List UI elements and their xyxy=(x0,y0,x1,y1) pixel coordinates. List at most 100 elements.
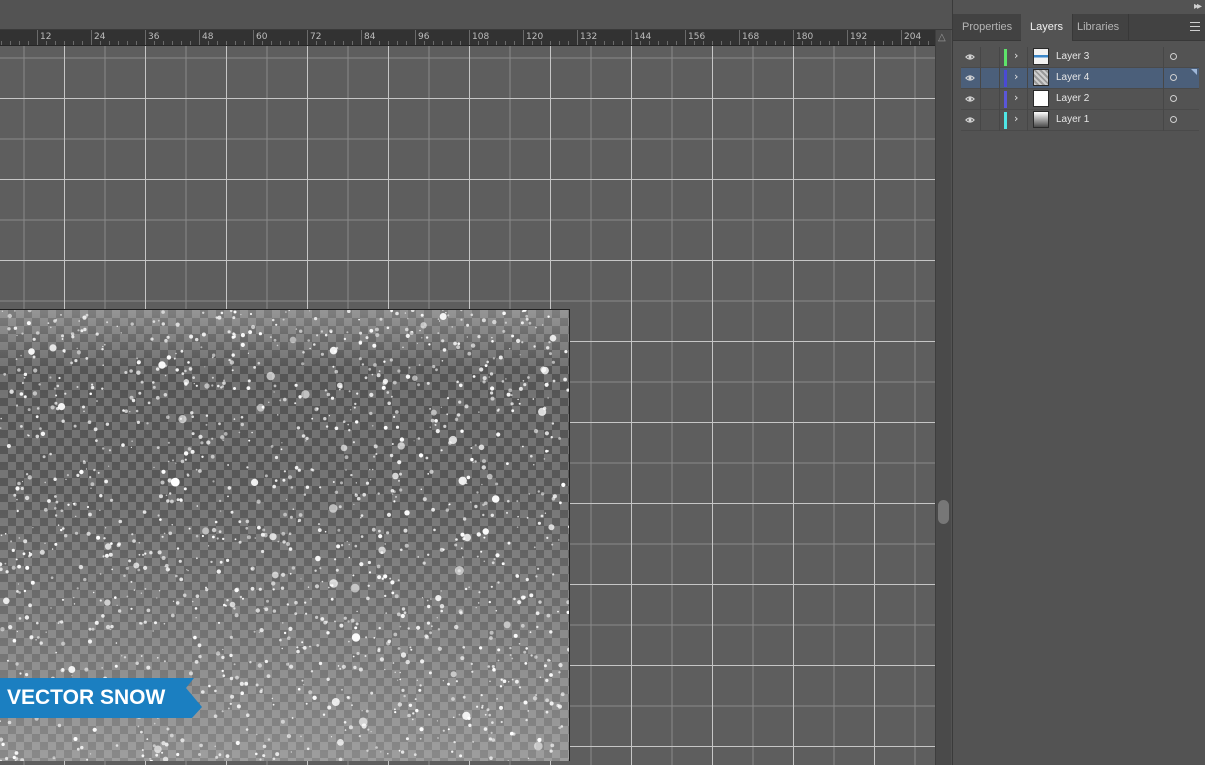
ruler-label: 132 xyxy=(580,32,598,42)
layer-row[interactable]: › Layer 2 xyxy=(961,89,1199,110)
visibility-eye-icon[interactable] xyxy=(965,115,975,125)
tab-properties[interactable]: Properties xyxy=(953,14,1023,40)
expand-chevron-icon[interactable]: › xyxy=(1014,112,1018,125)
layer-thumbnail xyxy=(1033,69,1049,86)
ruler-minor-tick xyxy=(271,41,272,45)
layer-row[interactable]: › Layer 1 xyxy=(961,110,1199,131)
tab-layers[interactable]: Layers xyxy=(1021,14,1074,41)
horizontal-ruler[interactable]: 12 24 36 48 60 72 84 96 108 120 132 144 156 168 180 192… xyxy=(0,30,935,46)
panel-menu-icon[interactable] xyxy=(1190,22,1200,34)
vertical-scrollbar[interactable]: △ xyxy=(935,30,951,765)
layer-row[interactable]: › Layer 3 xyxy=(961,47,1199,68)
ruler-major-tick xyxy=(199,30,200,45)
ruler-label: 72 xyxy=(310,32,322,42)
ruler-minor-tick xyxy=(712,41,713,45)
ruler-minor-tick xyxy=(928,41,929,45)
visibility-eye-icon[interactable] xyxy=(965,73,975,83)
layer-target-circle-icon[interactable] xyxy=(1170,116,1177,123)
layer-name: Layer 2 xyxy=(1056,93,1090,104)
ruler-label: 192 xyxy=(850,32,868,42)
ruler-minor-tick xyxy=(496,41,497,45)
layer-target-circle-icon[interactable] xyxy=(1170,74,1177,81)
layer-thumbnail xyxy=(1033,111,1049,128)
layer-color-swatch xyxy=(1004,70,1007,87)
expand-chevron-icon[interactable]: › xyxy=(1014,49,1018,62)
canvas-area[interactable]: VECTOR SNOW xyxy=(0,46,935,765)
ruler-minor-tick xyxy=(298,41,299,45)
ruler-major-tick xyxy=(739,30,740,45)
ruler-minor-tick xyxy=(505,41,506,45)
layer-thumbnail xyxy=(1033,48,1049,65)
cell-separator xyxy=(999,68,1000,89)
ruler-label: 36 xyxy=(148,32,160,42)
expand-chevron-icon[interactable]: › xyxy=(1014,70,1018,83)
layer-name: Layer 4 xyxy=(1056,72,1090,83)
scroll-thumb[interactable] xyxy=(938,500,949,524)
cell-separator xyxy=(980,68,981,89)
ruler-minor-tick xyxy=(325,41,326,45)
ruler-minor-tick xyxy=(460,41,461,45)
ruler-minor-tick xyxy=(1,41,2,45)
ruler-major-tick xyxy=(415,30,416,45)
cell-separator xyxy=(1163,47,1164,68)
expand-chevron-icon[interactable]: › xyxy=(1014,91,1018,104)
ruler-label: 24 xyxy=(94,32,106,42)
collapse-panel-icon[interactable]: ▸▸ xyxy=(1194,1,1202,12)
ruler-label: 60 xyxy=(256,32,268,42)
ruler-major-tick xyxy=(523,30,524,45)
cell-separator xyxy=(980,47,981,68)
ruler-minor-tick xyxy=(172,41,173,45)
ruler-minor-tick xyxy=(406,41,407,45)
ruler-major-tick xyxy=(37,30,38,45)
ruler-label: 84 xyxy=(364,32,376,42)
ruler-minor-tick xyxy=(604,41,605,45)
ruler-minor-tick xyxy=(613,41,614,45)
ruler-minor-tick xyxy=(181,41,182,45)
ruler-minor-tick xyxy=(163,41,164,45)
ruler-minor-tick xyxy=(73,41,74,45)
ruler-minor-tick xyxy=(838,41,839,45)
layer-row[interactable]: › Layer 4 xyxy=(961,68,1199,89)
ruler-minor-tick xyxy=(82,41,83,45)
ruler-major-tick xyxy=(685,30,686,45)
layer-color-swatch xyxy=(1004,49,1007,66)
ruler-minor-tick xyxy=(379,41,380,45)
ruler-major-tick xyxy=(253,30,254,45)
ruler-minor-tick xyxy=(64,41,65,45)
cell-separator xyxy=(999,110,1000,131)
layer-target-circle-icon[interactable] xyxy=(1170,95,1177,102)
ruler-label: 108 xyxy=(472,32,490,42)
ruler-label: 120 xyxy=(526,32,544,42)
ruler-minor-tick xyxy=(55,41,56,45)
ruler-minor-tick xyxy=(766,41,767,45)
cell-separator xyxy=(1163,68,1164,89)
ruler-label: 96 xyxy=(418,32,430,42)
ruler-label: 144 xyxy=(634,32,652,42)
ruler-minor-tick xyxy=(550,41,551,45)
cell-separator xyxy=(1027,68,1028,89)
ruler-minor-tick xyxy=(775,41,776,45)
layer-name: Layer 3 xyxy=(1056,51,1090,62)
cell-separator xyxy=(1163,110,1164,131)
cell-separator xyxy=(980,110,981,131)
snow-artwork[interactable]: VECTOR SNOW xyxy=(0,309,570,761)
scroll-up-arrow-icon[interactable]: △ xyxy=(938,32,946,43)
ruler-minor-tick xyxy=(28,41,29,45)
tab-libraries[interactable]: Libraries xyxy=(1068,14,1130,40)
visibility-eye-icon[interactable] xyxy=(965,52,975,62)
ruler-minor-tick xyxy=(451,41,452,45)
cell-separator xyxy=(1027,89,1028,110)
ruler-minor-tick xyxy=(217,41,218,45)
cell-separator xyxy=(1027,110,1028,131)
ruler-label: 204 xyxy=(904,32,922,42)
visibility-eye-icon[interactable] xyxy=(965,94,975,104)
ruler-minor-tick xyxy=(244,41,245,45)
ruler-major-tick xyxy=(577,30,578,45)
ruler-minor-tick xyxy=(514,41,515,45)
ruler-major-tick xyxy=(145,30,146,45)
ruler-minor-tick xyxy=(874,41,875,45)
cell-separator xyxy=(980,89,981,110)
layer-target-circle-icon[interactable] xyxy=(1170,53,1177,60)
ruler-minor-tick xyxy=(19,41,20,45)
ruler-minor-tick xyxy=(667,41,668,45)
